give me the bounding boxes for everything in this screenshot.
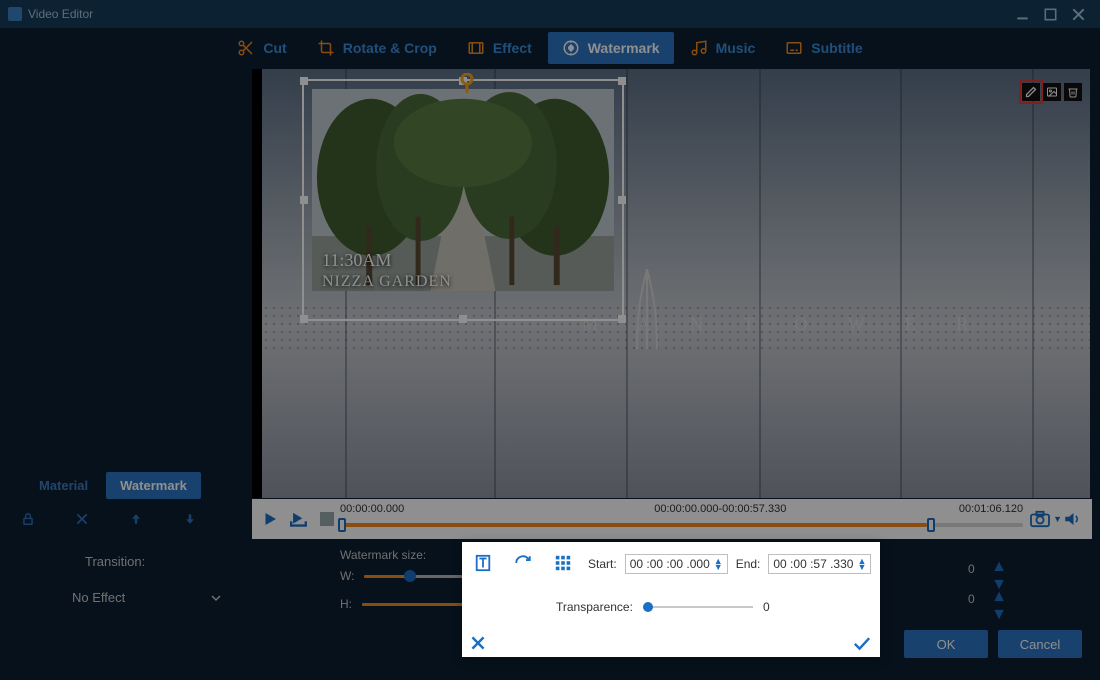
h-label: H: (340, 597, 352, 611)
end-time-value: 00 :00 :57 .330 (773, 557, 853, 571)
play-range-button[interactable] (288, 507, 312, 531)
watermark-delete-button[interactable] (1064, 83, 1082, 101)
backdrop-text: M A N T O W E R (582, 314, 986, 335)
out-marker[interactable] (927, 518, 935, 532)
end-label: End: (736, 557, 761, 571)
popup-cancel-button[interactable] (470, 635, 486, 651)
stop-button[interactable] (320, 512, 334, 526)
tab-label: Watermark (588, 40, 660, 56)
in-marker[interactable] (338, 518, 346, 532)
transparency-label: Transparence: (556, 600, 633, 614)
effect-icon (467, 39, 485, 57)
left-tabs: Material Watermark (25, 472, 201, 499)
crop-icon (317, 39, 335, 57)
tab-watermark[interactable]: Watermark (548, 32, 674, 64)
watermark-image-button[interactable] (1043, 83, 1061, 101)
tab-subtitle[interactable]: Subtitle (771, 32, 876, 64)
time-start-label: 00:00:00.000 (340, 503, 404, 515)
snapshot-button[interactable] (1029, 510, 1051, 528)
left-icon-bar (20, 512, 198, 526)
watermark-icon (562, 39, 580, 57)
lock-icon[interactable] (20, 512, 36, 526)
tab-rotate-crop[interactable]: Rotate & Crop (303, 32, 451, 64)
grid-icon[interactable] (554, 554, 572, 572)
play-button[interactable] (258, 507, 282, 531)
tab-label: Cut (263, 40, 286, 56)
left-tab-material[interactable]: Material (25, 472, 102, 499)
text-tool-icon[interactable] (474, 554, 492, 572)
tab-label: Rotate & Crop (343, 40, 437, 56)
maximize-button[interactable] (1036, 4, 1064, 24)
preview-canvas[interactable]: M A N T O W E R 11:30AM NIZZA GARDEN (262, 69, 1090, 498)
start-down-icon[interactable]: ▼ (714, 564, 723, 570)
transition-value: No Effect (72, 590, 125, 605)
time-end-label: 00:01:06.120 (959, 503, 1023, 515)
transition-label: Transition: (85, 554, 145, 569)
start-label: Start: (588, 557, 617, 571)
transparency-value: 0 (763, 600, 770, 614)
backdrop-sculpture-icon (632, 269, 662, 349)
end-time-input[interactable]: 00 :00 :57 .330 ▲▼ (768, 554, 871, 574)
remove-icon[interactable] (74, 512, 90, 526)
watermark-time-popup: Start: 00 :00 :00 .000 ▲▼ End: 00 :00 :5… (462, 542, 880, 657)
scissors-icon (237, 39, 255, 57)
title-bar: Video Editor (0, 0, 1100, 28)
watermark-overlay-title: NIZZA GARDEN (322, 273, 452, 291)
tab-cut[interactable]: Cut (223, 32, 300, 64)
move-down-icon[interactable] (182, 512, 198, 526)
music-icon (690, 39, 708, 57)
timeline-track[interactable]: 00:00:00.000 00:00:00.000-00:00:57.330 0… (340, 501, 1023, 537)
canvas-border (252, 69, 262, 498)
transition-select[interactable]: No Effect (72, 590, 221, 605)
tab-label: Music (716, 40, 756, 56)
start-time-input[interactable]: 00 :00 :00 .000 ▲▼ (625, 554, 728, 574)
transparency-slider[interactable] (643, 601, 753, 613)
refresh-icon[interactable] (514, 554, 532, 572)
app-title: Video Editor (28, 7, 93, 21)
player-bar: 00:00:00.000 00:00:00.000-00:00:57.330 0… (252, 499, 1092, 539)
w-spinner[interactable]: ▲▼ (992, 558, 1006, 576)
tab-label: Subtitle (811, 40, 862, 56)
volume-button[interactable] (1062, 510, 1082, 528)
watermark-toolbar (1022, 83, 1082, 101)
minimize-button[interactable] (1008, 4, 1036, 24)
w-value: 0 (968, 562, 975, 576)
tab-music[interactable]: Music (676, 32, 770, 64)
popup-confirm-button[interactable] (852, 635, 872, 651)
cancel-button[interactable]: Cancel (998, 630, 1082, 658)
chevron-down-icon (211, 593, 221, 603)
move-up-icon[interactable] (128, 512, 144, 526)
toolbar: Cut Rotate & Crop Effect Watermark Music… (0, 28, 1100, 68)
tab-label: Effect (493, 40, 532, 56)
watermark-box[interactable]: 11:30AM NIZZA GARDEN (302, 79, 624, 321)
ok-button[interactable]: OK (904, 630, 988, 658)
subtitle-icon (785, 39, 803, 57)
snapshot-dropdown-icon[interactable]: ▼ (1053, 514, 1062, 524)
h-value: 0 (968, 592, 975, 606)
watermark-pin-icon[interactable] (458, 73, 476, 95)
app-logo-icon (8, 7, 22, 21)
watermark-edit-button[interactable] (1022, 83, 1040, 101)
close-button[interactable] (1064, 4, 1092, 24)
watermark-overlay-time: 11:30AM (322, 250, 391, 271)
h-spinner[interactable]: ▲▼ (992, 588, 1006, 606)
tab-effect[interactable]: Effect (453, 32, 546, 64)
w-label: W: (340, 569, 354, 583)
end-down-icon[interactable]: ▼ (857, 564, 866, 570)
time-range-label: 00:00:00.000-00:00:57.330 (654, 503, 786, 515)
left-tab-watermark[interactable]: Watermark (106, 472, 201, 499)
start-time-value: 00 :00 :00 .000 (630, 557, 710, 571)
